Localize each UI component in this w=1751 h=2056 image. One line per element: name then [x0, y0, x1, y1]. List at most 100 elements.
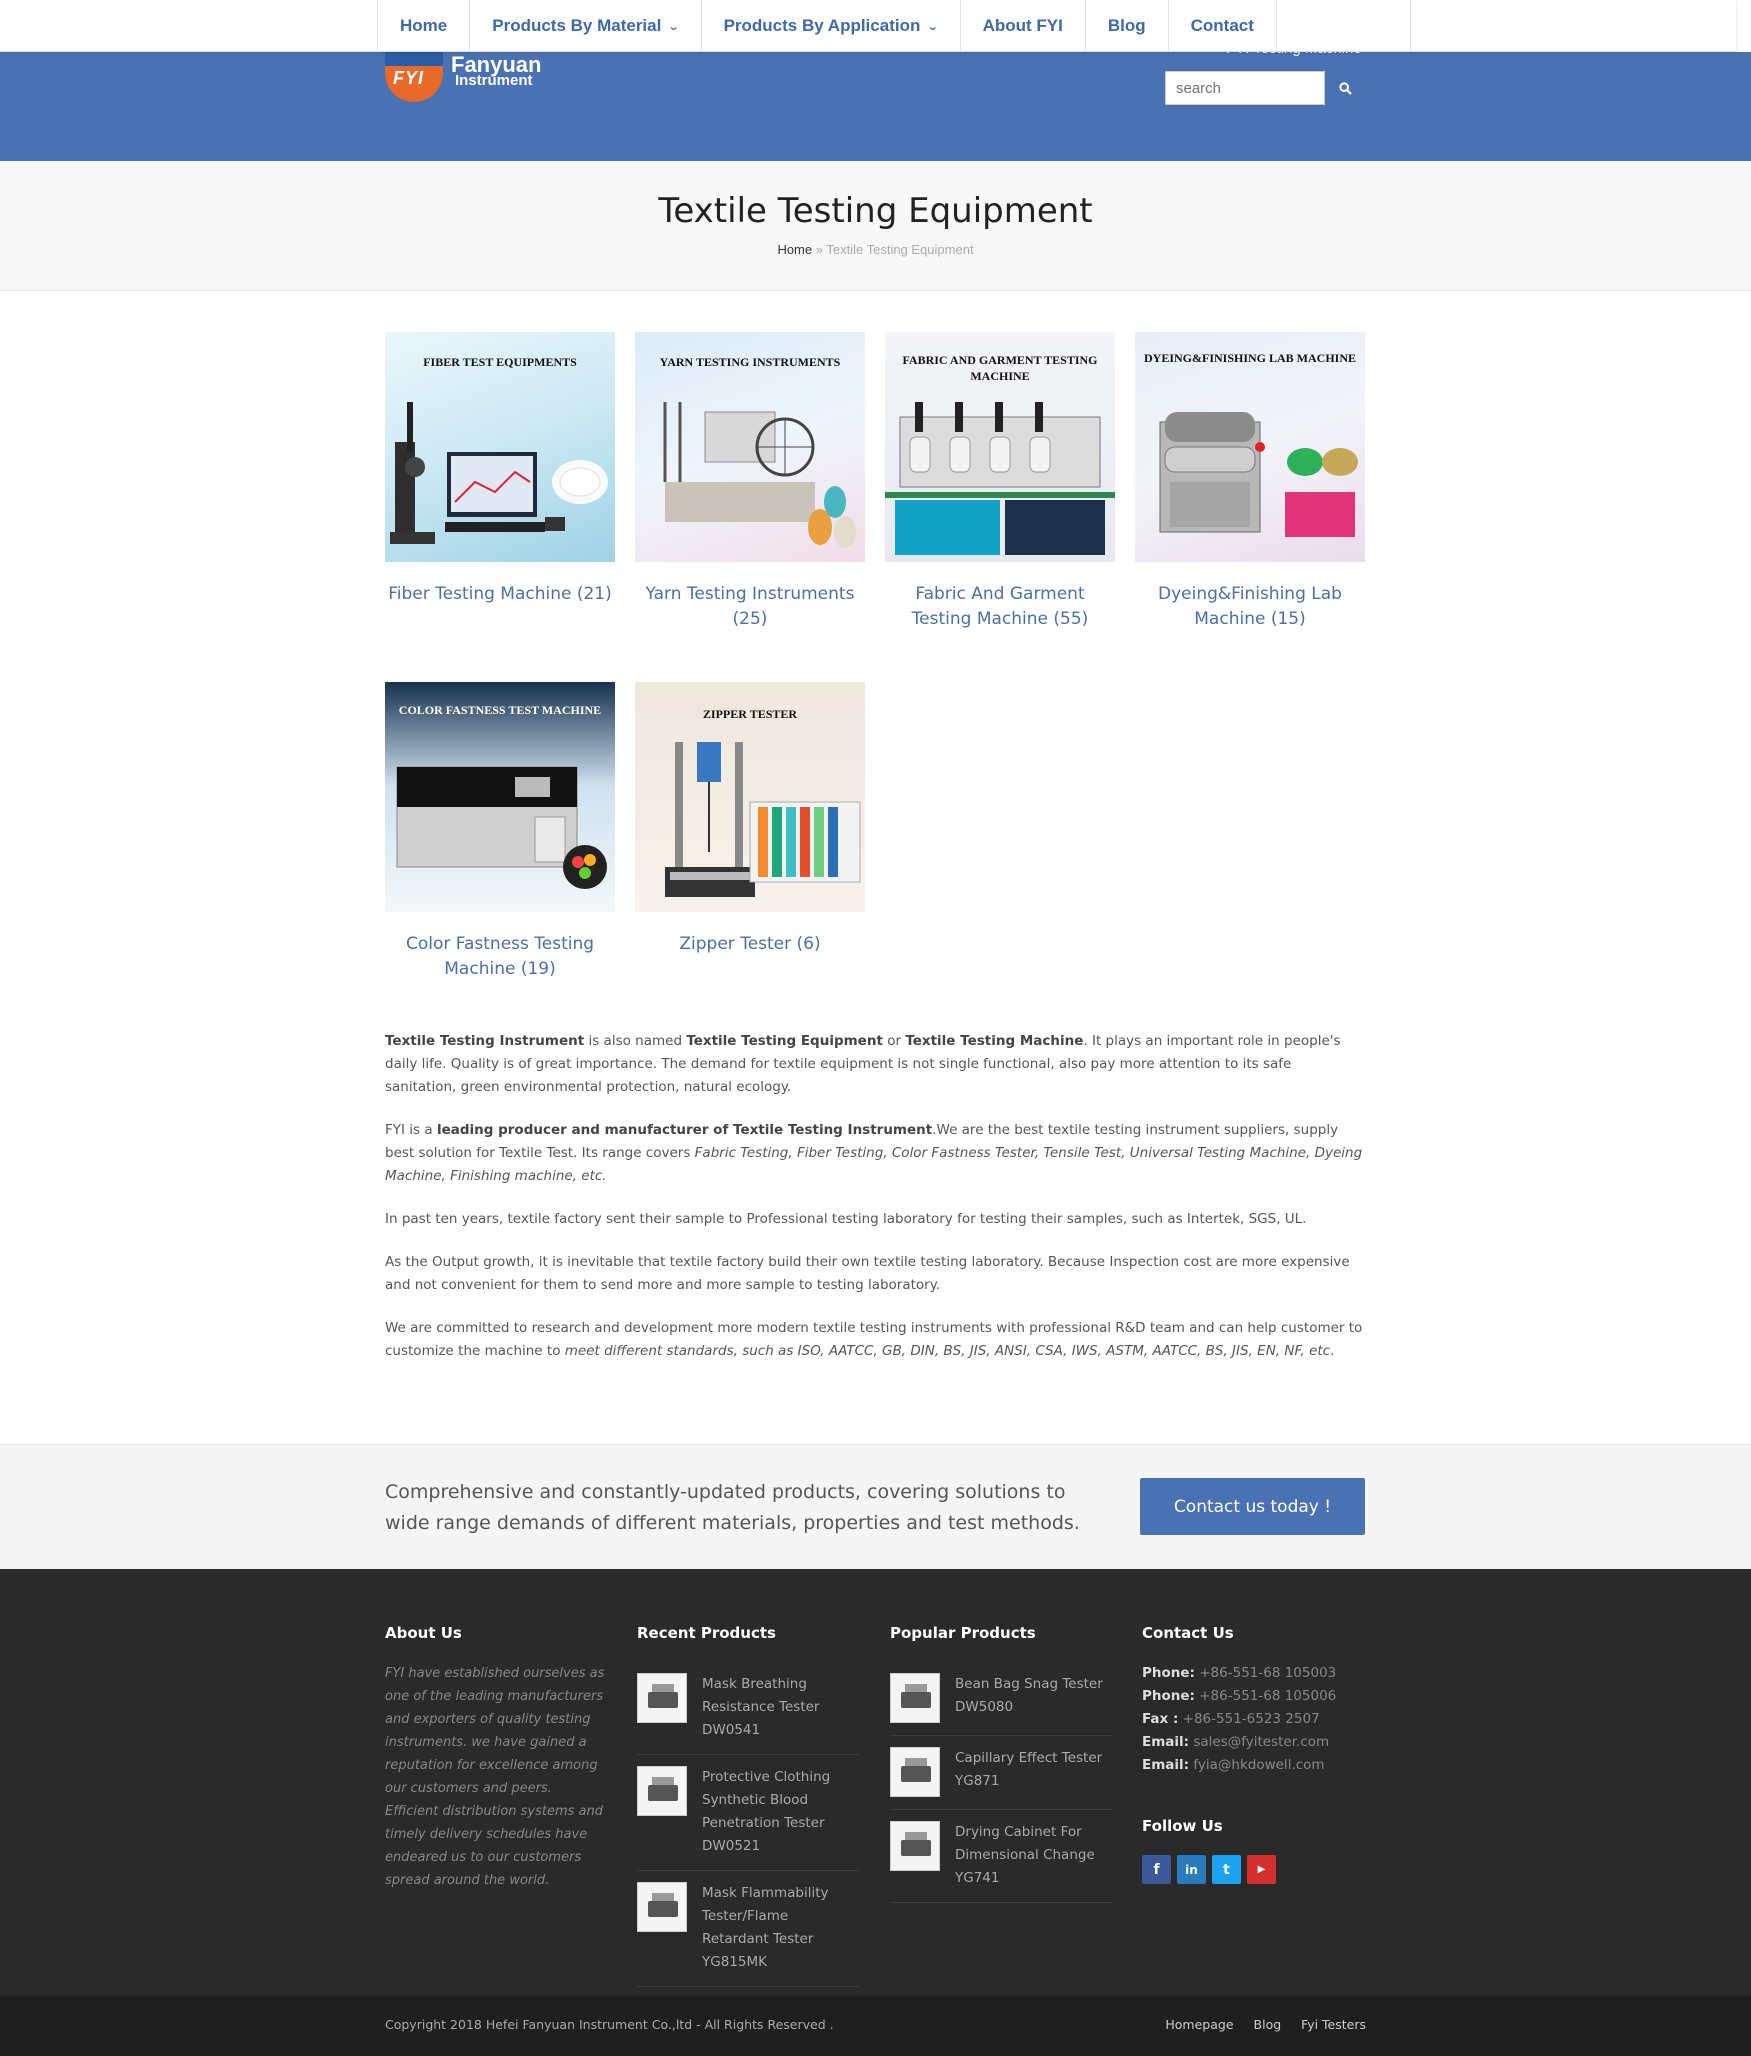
category-card-color-fastness[interactable]: Color Fastness Test Machine Color Fastne…	[385, 682, 615, 982]
product-link[interactable]: Capillary Effect Tester YG871	[955, 1747, 1112, 1797]
page-title: Textile Testing Equipment	[658, 191, 1093, 231]
category-link[interactable]: Fabric And Garment Testing Machine (55)	[885, 582, 1115, 632]
nav-products-by-material-label: Products By Material	[492, 16, 662, 35]
category-card-fiber[interactable]: Fiber Test Equipments Fiber Testing Mach…	[385, 332, 615, 607]
list-item[interactable]: Mask Breathing Resistance Tester DW0541	[637, 1662, 859, 1755]
chevron-down-icon: ⌄	[926, 20, 939, 33]
search-form	[1165, 71, 1365, 105]
youtube-icon[interactable]: ▶	[1247, 1855, 1276, 1884]
twitter-icon[interactable]: t	[1212, 1855, 1241, 1884]
footer-links: Homepage Blog Fyi Testers	[1165, 2017, 1366, 2032]
description-paragraph: We are committed to research and develop…	[385, 1320, 1363, 1359]
logo-mark: FYI	[385, 52, 443, 102]
contact-phone: Phone: +86-551-68 105003	[1142, 1665, 1337, 1681]
list-item[interactable]: Protective Clothing Synthetic Blood Pene…	[637, 1755, 859, 1871]
contact-us-button[interactable]: Contact us today !	[1140, 1478, 1365, 1535]
footer-popular-products: Popular Products Bean Bag Snag Tester DW…	[890, 1624, 1112, 1903]
category-card-zipper[interactable]: Zipper Tester Zipper Tester (6)	[635, 682, 865, 957]
category-image[interactable]: Dyeing&Finishing Lab Machine	[1135, 332, 1365, 562]
search-icon	[1338, 81, 1352, 95]
nav-spacer	[1277, 0, 1411, 52]
contact-fax: Fax : +86-551-6523 2507	[1142, 1711, 1320, 1727]
site-footer: About Us FYI have established ourselves …	[0, 1569, 1751, 1996]
product-thumbnail[interactable]	[637, 1882, 687, 1932]
chevron-down-icon: ⌄	[667, 20, 680, 33]
nav-home[interactable]: Home	[378, 0, 471, 52]
site-header: FYI Fanyuan Instrument FYI Testing Machi…	[0, 40, 1751, 161]
category-description: Textile Testing Instrument is also named…	[385, 1030, 1365, 1383]
product-link[interactable]: Protective Clothing Synthetic Blood Pene…	[702, 1766, 859, 1858]
product-thumbnail[interactable]	[890, 1747, 940, 1797]
product-link[interactable]: Mask Breathing Resistance Tester DW0541	[702, 1673, 859, 1742]
product-link[interactable]: Bean Bag Snag Tester DW5080	[955, 1673, 1112, 1723]
product-link[interactable]: Mask Flammability Tester/Flame Retardant…	[702, 1882, 859, 1974]
nav-home-label: Home	[400, 16, 448, 35]
list-item[interactable]: Mask Flammability Tester/Flame Retardant…	[637, 1871, 859, 1987]
product-thumbnail[interactable]	[637, 1673, 687, 1723]
nav-about-fyi[interactable]: About FYI	[961, 0, 1086, 52]
category-image[interactable]: Fabric and Garment Testing Machine	[885, 332, 1115, 562]
linkedin-icon[interactable]: in	[1177, 1855, 1206, 1884]
category-link[interactable]: Zipper Tester (6)	[635, 932, 865, 957]
nav-products-by-application-label: Products By Application	[723, 16, 921, 35]
footer-recent-title: Recent Products	[637, 1624, 776, 1642]
list-item[interactable]: Bean Bag Snag Tester DW5080	[890, 1662, 1112, 1736]
footer-popular-title: Popular Products	[890, 1624, 1036, 1642]
footer-link-homepage[interactable]: Homepage	[1165, 2017, 1233, 2032]
description-paragraph: FYI is a leading producer and manufactur…	[385, 1122, 1363, 1184]
footer-bottom-bar: Copyright 2018 Hefei Fanyuan Instrument …	[0, 1996, 1751, 2056]
site-logo[interactable]: FYI Fanyuan Instrument	[385, 52, 555, 107]
main-menu: Home Products By Material ⌄ Products By A…	[377, 0, 1411, 52]
footer-link-fyi-testers[interactable]: Fyi Testers	[1301, 2017, 1366, 2032]
product-thumbnail[interactable]	[890, 1673, 940, 1723]
category-link[interactable]: Color Fastness Testing Machine (19)	[385, 932, 615, 982]
category-card-fabric[interactable]: Fabric and Garment Testing Machine Fabri…	[885, 332, 1115, 632]
search-button[interactable]	[1325, 71, 1365, 105]
nav-blog[interactable]: Blog	[1086, 0, 1169, 52]
cta-text: Comprehensive and constantly-updated pro…	[385, 1481, 1080, 1534]
product-thumbnail[interactable]	[637, 1766, 687, 1816]
nav-contact-label: Contact	[1190, 16, 1254, 35]
footer-link-blog[interactable]: Blog	[1254, 2017, 1282, 2032]
page-title-band: Textile Testing Equipment Home » Textile…	[0, 161, 1751, 291]
category-card-dyeing[interactable]: Dyeing&Finishing Lab Machine Dyeing&Fini…	[1135, 332, 1365, 632]
category-link[interactable]: Yarn Testing Instruments (25)	[635, 582, 865, 632]
nav-about-fyi-label: About FYI	[982, 16, 1063, 35]
category-image[interactable]: Yarn Testing Instruments	[635, 332, 865, 562]
category-image[interactable]: Fiber Test Equipments	[385, 332, 615, 562]
breadcrumb-separator: »	[815, 242, 823, 257]
list-item[interactable]: Capillary Effect Tester YG871	[890, 1736, 1112, 1810]
logo-subtitle: Instrument	[455, 72, 533, 89]
nav-contact[interactable]: Contact	[1169, 0, 1277, 52]
contact-email[interactable]: Email: sales@fyitester.com	[1142, 1731, 1336, 1754]
product-thumbnail[interactable]	[890, 1821, 940, 1871]
footer-contact-title: Contact Us	[1142, 1624, 1234, 1642]
search-input[interactable]	[1165, 71, 1325, 105]
call-to-action: Comprehensive and constantly-updated pro…	[0, 1444, 1751, 1569]
facebook-icon[interactable]: f	[1142, 1855, 1171, 1884]
contact-phone: Phone: +86-551-68 105006	[1142, 1688, 1337, 1704]
breadcrumb-current: Textile Testing Equipment	[826, 242, 974, 257]
description-paragraph: As the Output growth, it is inevitable t…	[385, 1254, 1350, 1293]
footer-about: About Us FYI have established ourselves …	[385, 1624, 605, 1892]
category-link[interactable]: Fiber Testing Machine (21)	[385, 582, 615, 607]
category-image[interactable]: Zipper Tester	[635, 682, 865, 912]
footer-recent-products: Recent Products Mask Breathing Resistanc…	[637, 1624, 859, 1987]
footer-contact: Contact Us Phone: +86-551-68 105003 Phon…	[1142, 1624, 1336, 1884]
category-image[interactable]: Color Fastness Test Machine	[385, 682, 615, 912]
product-link[interactable]: Drying Cabinet For Dimensional Change YG…	[955, 1821, 1112, 1890]
description-paragraph: Textile Testing Instrument is also named…	[385, 1033, 1341, 1095]
list-item[interactable]: Drying Cabinet For Dimensional Change YG…	[890, 1810, 1112, 1903]
category-link[interactable]: Dyeing&Finishing Lab Machine (15)	[1135, 582, 1365, 632]
footer-about-title: About Us	[385, 1624, 462, 1642]
description-paragraph: In past ten years, textile factory sent …	[385, 1211, 1307, 1227]
follow-us-title: Follow Us	[1142, 1817, 1223, 1835]
nav-products-by-application[interactable]: Products By Application ⌄	[702, 0, 961, 52]
social-links: f in t ▶	[1142, 1855, 1336, 1884]
breadcrumb-home[interactable]: Home	[777, 242, 812, 257]
nav-products-by-material[interactable]: Products By Material ⌄	[470, 0, 702, 52]
top-navigation: Home Products By Material ⌄ Products By A…	[0, 0, 1736, 52]
contact-email[interactable]: Email: fyia@hkdowell.com	[1142, 1754, 1336, 1777]
logo-mark-text: FYI	[393, 68, 425, 88]
category-card-yarn[interactable]: Yarn Testing Instruments Yarn Testing In…	[635, 332, 865, 632]
